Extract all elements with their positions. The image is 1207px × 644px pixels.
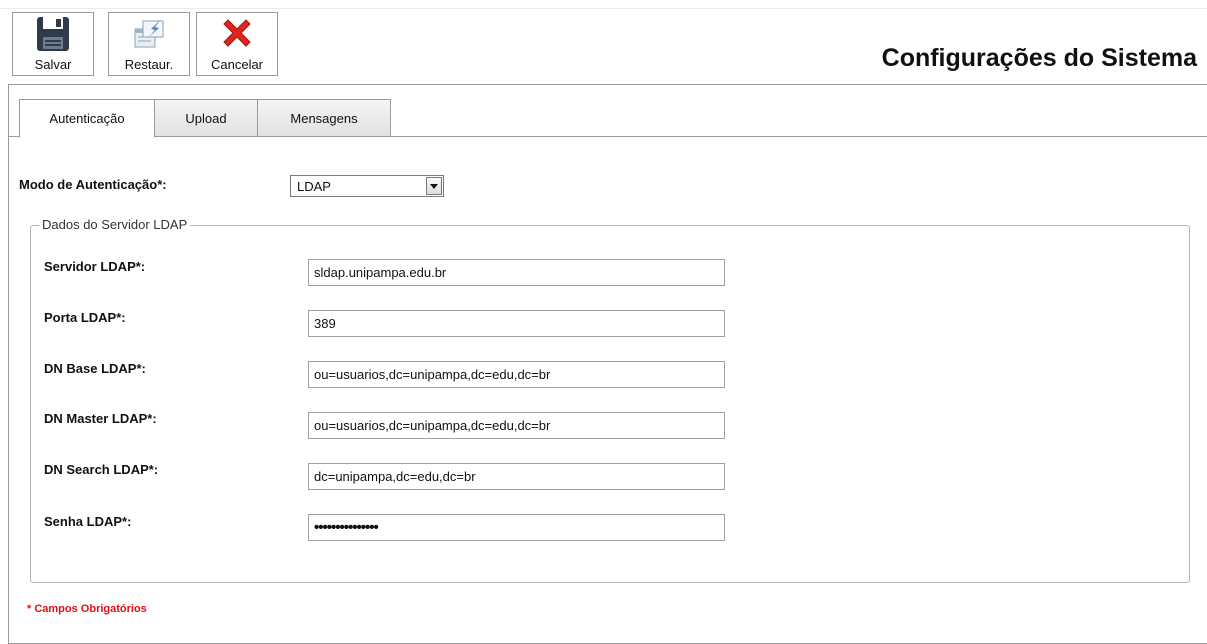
tab-label: Mensagens	[290, 110, 358, 126]
senha-ldap-input[interactable]: •••••••••••••••	[308, 514, 725, 541]
cancel-label: Cancelar	[210, 57, 264, 72]
dn-search-ldap-label: DN Search LDAP*:	[44, 462, 159, 477]
auth-mode-select[interactable]: LDAP	[290, 175, 444, 197]
tab-label: Autenticação	[49, 111, 125, 126]
auth-mode-label: Modo de Autenticação*:	[19, 177, 167, 192]
dn-base-ldap-label: DN Base LDAP*:	[44, 361, 146, 376]
red-x-icon	[197, 15, 277, 55]
required-fields-note: * Campos Obrigatórios	[27, 603, 147, 615]
dn-search-ldap-input[interactable]: dc=unipampa,dc=edu,dc=br	[308, 463, 725, 490]
restore-label: Restaur.	[124, 57, 174, 72]
floppy-disk-icon	[13, 15, 93, 55]
servidor-ldap-label: Servidor LDAP*:	[44, 259, 146, 274]
tab-label: Upload	[185, 110, 227, 126]
dn-master-ldap-input[interactable]: ou=usuarios,dc=unipampa,dc=edu,dc=br	[308, 412, 725, 439]
cancel-button[interactable]: Cancelar	[196, 12, 278, 76]
dn-master-ldap-label: DN Master LDAP*:	[44, 411, 157, 426]
porta-ldap-input[interactable]: 389	[308, 310, 725, 337]
servidor-ldap-input[interactable]: sldap.unipampa.edu.br	[308, 259, 725, 286]
dn-base-ldap-input[interactable]: ou=usuarios,dc=unipampa,dc=edu,dc=br	[308, 361, 725, 388]
chevron-down-icon[interactable]	[426, 177, 442, 195]
porta-ldap-label: Porta LDAP*:	[44, 310, 126, 325]
restore-icon	[109, 15, 189, 55]
page-title: Configurações do Sistema	[881, 44, 1197, 72]
top-divider	[0, 8, 1207, 9]
ldap-fieldset: Dados do Servidor LDAP Servidor LDAP*: s…	[30, 217, 1190, 583]
settings-panel: Autenticação Upload Mensagens Modo de Au…	[8, 84, 1207, 644]
tab-mensagens[interactable]: Mensagens	[257, 99, 391, 137]
save-button[interactable]: Salvar	[12, 12, 94, 76]
restore-button[interactable]: Restaur.	[108, 12, 190, 76]
tab-autenticacao[interactable]: Autenticação	[19, 99, 155, 138]
ldap-legend: Dados do Servidor LDAP	[39, 217, 191, 232]
tab-upload[interactable]: Upload	[154, 99, 258, 137]
save-label: Salvar	[34, 57, 72, 72]
senha-ldap-label: Senha LDAP*:	[44, 514, 132, 529]
auth-mode-value: LDAP	[297, 179, 331, 194]
